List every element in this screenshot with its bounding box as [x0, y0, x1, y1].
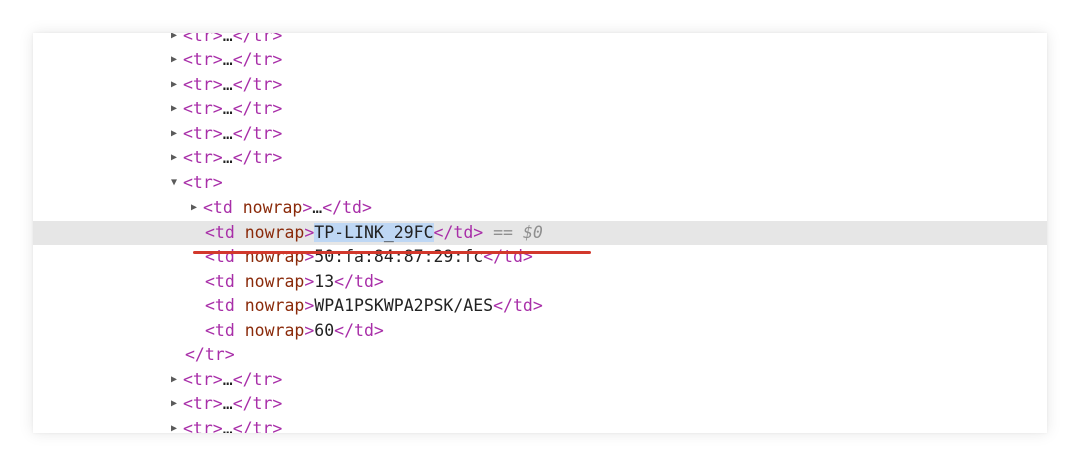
- tag-open: <td: [203, 198, 233, 217]
- dom-node-tr-collapsed[interactable]: ▶ <tr>…</tr>: [33, 48, 1047, 72]
- triangle-right-icon[interactable]: ▶: [168, 392, 180, 416]
- attribute-name: nowrap: [244, 272, 305, 291]
- dom-node-tr-collapsed[interactable]: ▶ <tr>…</tr>: [33, 97, 1047, 121]
- tag-close: </tr>: [232, 99, 283, 118]
- tag-close: </td>: [483, 247, 533, 266]
- ssid-text-selected[interactable]: TP-LINK_29FC: [314, 223, 434, 242]
- dom-node-td-selected[interactable]: <td nowrap>TP-LINK_29FC</td> == $0: [33, 221, 1047, 245]
- tag-open: <td: [205, 223, 235, 242]
- tag-gt: >: [304, 321, 315, 340]
- dom-node-td-collapsed[interactable]: ▶ <td nowrap>…</td>: [33, 196, 1047, 220]
- tag-close: </tr>: [185, 345, 235, 364]
- triangle-right-icon[interactable]: ▶: [168, 122, 180, 146]
- triangle-right-icon[interactable]: ▶: [168, 73, 180, 97]
- tag-open: <tr>: [183, 50, 223, 69]
- devtools-elements-panel: ▶ <tr>…</tr> ▶ <tr>…</tr> ▶ <tr>…</tr> ▶…: [33, 33, 1047, 433]
- attribute-name: nowrap: [244, 321, 305, 340]
- tag-open: <tr>: [183, 124, 223, 143]
- tag-close: </td>: [433, 223, 484, 242]
- tag-close: </tr>: [232, 50, 283, 69]
- ellipsis: …: [312, 198, 323, 217]
- ellipsis: …: [222, 33, 233, 45]
- dom-node-tr-close[interactable]: </tr>: [33, 343, 1047, 367]
- dom-node-tr-collapsed[interactable]: ▶ <tr>…</tr>: [33, 33, 1047, 48]
- tag-open: <td: [205, 296, 235, 315]
- tag-close: </tr>: [232, 33, 283, 45]
- tag-open: <td: [205, 272, 235, 291]
- triangle-right-icon[interactable]: ▶: [168, 146, 180, 170]
- tag-close: </tr>: [232, 75, 283, 94]
- tag-gt: >: [304, 223, 315, 242]
- triangle-right-icon[interactable]: ▶: [168, 417, 180, 433]
- tag-close: </td>: [322, 198, 372, 217]
- tag-open: <tr>: [183, 33, 223, 45]
- console-reference: $0: [522, 223, 543, 242]
- tag-gt: >: [304, 247, 315, 266]
- triangle-down-icon[interactable]: ▼: [168, 171, 180, 195]
- dom-node-tr-collapsed[interactable]: ▶ <tr>…</tr>: [33, 368, 1047, 392]
- tag-open: <tr>: [183, 173, 223, 192]
- dom-node-tr-collapsed[interactable]: ▶ <tr>…</tr>: [33, 146, 1047, 170]
- triangle-right-icon[interactable]: ▶: [168, 97, 180, 121]
- dom-node-td[interactable]: <td nowrap>50:fa:84:87:29:fc</td>: [33, 245, 1047, 269]
- ellipsis: …: [222, 124, 233, 143]
- dom-node-tr-collapsed[interactable]: ▶ <tr>…</tr>: [33, 392, 1047, 416]
- cell-text: WPA1PSKWPA2PSK/AES: [314, 296, 494, 315]
- tag-open: <tr>: [183, 75, 223, 94]
- ellipsis: …: [222, 99, 233, 118]
- ellipsis: …: [222, 75, 233, 94]
- tag-open: <td: [205, 321, 235, 340]
- ellipsis: …: [222, 394, 233, 413]
- tag-open: <tr>: [183, 370, 223, 389]
- tag-close: </td>: [334, 321, 384, 340]
- tag-open: <tr>: [183, 394, 223, 413]
- attribute-name: nowrap: [244, 247, 305, 266]
- tag-open: <tr>: [183, 419, 223, 433]
- triangle-right-icon[interactable]: ▶: [168, 33, 180, 48]
- tag-close: </tr>: [232, 419, 283, 433]
- tag-gt: >: [304, 272, 315, 291]
- tag-close: </tr>: [232, 124, 283, 143]
- attribute-name: nowrap: [244, 296, 305, 315]
- triangle-right-icon[interactable]: ▶: [188, 196, 200, 220]
- dom-node-td[interactable]: <td nowrap>13</td>: [33, 270, 1047, 294]
- cell-text: 50:fa:84:87:29:fc: [314, 247, 484, 266]
- tag-open: <tr>: [183, 148, 223, 167]
- ellipsis: …: [222, 419, 233, 433]
- cell-text: 13: [314, 272, 335, 291]
- equals-sign: ==: [493, 223, 513, 242]
- tag-gt: >: [302, 198, 313, 217]
- triangle-right-icon[interactable]: ▶: [168, 368, 180, 392]
- ellipsis: …: [222, 148, 233, 167]
- triangle-right-icon[interactable]: ▶: [168, 48, 180, 72]
- attribute-name: nowrap: [242, 198, 303, 217]
- tag-close: </tr>: [232, 370, 283, 389]
- tag-close: </td>: [334, 272, 384, 291]
- tag-gt: >: [304, 296, 315, 315]
- tag-open: <td: [205, 247, 235, 266]
- cell-text: 60: [314, 321, 335, 340]
- tag-close: </tr>: [232, 394, 283, 413]
- tag-close: </td>: [493, 296, 543, 315]
- attribute-name: nowrap: [244, 223, 305, 242]
- dom-node-tr-collapsed[interactable]: ▶ <tr>…</tr>: [33, 73, 1047, 97]
- dom-node-td[interactable]: <td nowrap>60</td>: [33, 319, 1047, 343]
- dom-node-tr-expanded[interactable]: ▼ <tr>: [33, 171, 1047, 195]
- tag-open: <tr>: [183, 99, 223, 118]
- ellipsis: …: [222, 50, 233, 69]
- tag-close: </tr>: [232, 148, 283, 167]
- ellipsis: …: [222, 370, 233, 389]
- dom-node-tr-collapsed[interactable]: ▶ <tr>…</tr>: [33, 122, 1047, 146]
- dom-node-tr-collapsed[interactable]: ▶ <tr>…</tr>: [33, 417, 1047, 433]
- dom-node-td[interactable]: <td nowrap>WPA1PSKWPA2PSK/AES</td>: [33, 294, 1047, 318]
- annotation-underline: [193, 251, 591, 254]
